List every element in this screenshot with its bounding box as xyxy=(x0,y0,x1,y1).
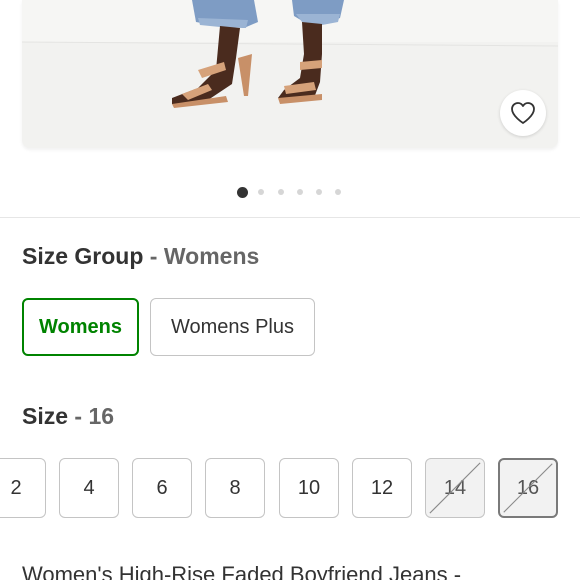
carousel-dot-5[interactable] xyxy=(316,189,322,195)
size-option-label: 16 xyxy=(516,476,540,499)
size-option-label: 4 xyxy=(83,476,95,499)
carousel-dot-6[interactable] xyxy=(335,189,341,195)
size-option-label: 10 xyxy=(297,476,321,499)
size-heading: Size - 16 xyxy=(22,403,114,430)
size-option-4[interactable]: 4 xyxy=(59,458,119,518)
size-option-8[interactable]: 8 xyxy=(205,458,265,518)
size-group-separator: - xyxy=(149,243,158,269)
size-option-label: 6 xyxy=(156,476,168,499)
size-label: Size xyxy=(22,403,69,429)
size-option-14[interactable]: 14 xyxy=(425,458,485,518)
size-group-heading: Size Group - Womens xyxy=(22,243,259,270)
product-image[interactable] xyxy=(22,0,558,148)
size-option-label: 2 xyxy=(10,476,22,499)
heart-outline-icon xyxy=(511,102,535,124)
size-group-option-womens-plus[interactable]: Womens Plus xyxy=(150,298,315,356)
size-option-6[interactable]: 6 xyxy=(132,458,192,518)
size-group-selected-value: Womens xyxy=(163,243,260,269)
size-selected-value: 16 xyxy=(88,403,115,429)
product-page: Size Group - Womens Womens Womens Plus S… xyxy=(0,0,580,580)
size-option-12[interactable]: 12 xyxy=(352,458,412,518)
size-option-label: 12 xyxy=(370,476,394,499)
size-option-16[interactable]: 16 xyxy=(498,458,558,518)
size-option-2[interactable]: 2 xyxy=(0,458,46,518)
carousel-dot-4[interactable] xyxy=(297,189,303,195)
carousel-pagination xyxy=(0,186,580,200)
favorite-button[interactable] xyxy=(500,90,546,136)
size-group-option-label: Womens Plus xyxy=(170,315,294,338)
section-divider xyxy=(0,217,580,218)
product-image-section xyxy=(0,0,580,160)
size-group-label: Size Group xyxy=(22,243,144,269)
carousel-dot-3[interactable] xyxy=(278,189,284,195)
size-separator: - xyxy=(74,403,83,429)
model-photo xyxy=(22,0,558,108)
size-group-option-label: Womens xyxy=(39,315,122,338)
product-title: Women's High-Rise Faded Boyfriend Jeans … xyxy=(22,562,462,580)
size-option-10[interactable]: 10 xyxy=(279,458,339,518)
carousel-dot-2[interactable] xyxy=(258,189,264,195)
size-group-option-womens[interactable]: Womens xyxy=(22,298,139,356)
size-option-label: 8 xyxy=(229,476,241,499)
carousel-dot-1[interactable] xyxy=(237,187,248,198)
size-option-label: 14 xyxy=(443,476,467,499)
